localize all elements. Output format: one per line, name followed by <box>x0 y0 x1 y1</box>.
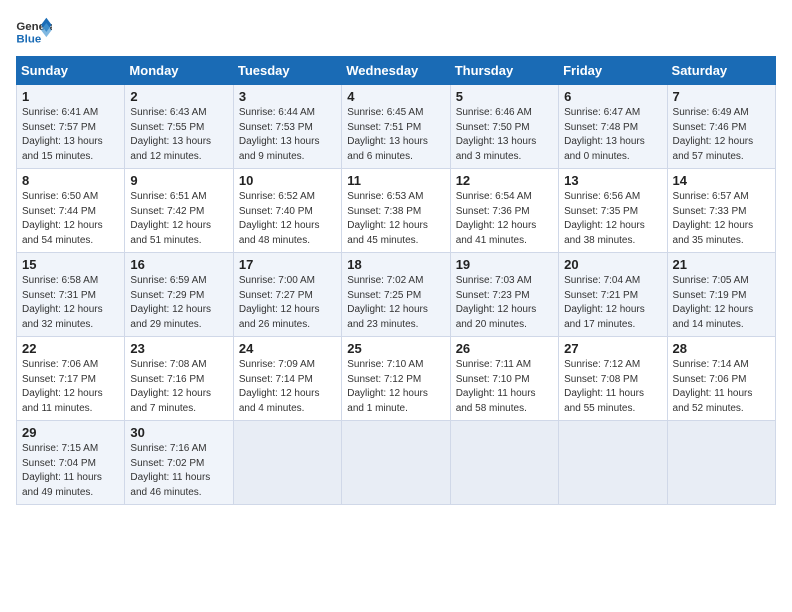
col-header-monday: Monday <box>125 57 233 85</box>
calendar-week-3: 22Sunrise: 7:06 AMSunset: 7:17 PMDayligh… <box>17 337 776 421</box>
calendar-cell-23: 23Sunrise: 7:08 AMSunset: 7:16 PMDayligh… <box>125 337 233 421</box>
calendar-cell-3: 3Sunrise: 6:44 AMSunset: 7:53 PMDaylight… <box>233 85 341 169</box>
calendar-cell-11: 11Sunrise: 6:53 AMSunset: 7:38 PMDayligh… <box>342 169 450 253</box>
calendar-cell-empty-4-3 <box>342 421 450 505</box>
calendar-cell-26: 26Sunrise: 7:11 AMSunset: 7:10 PMDayligh… <box>450 337 558 421</box>
col-header-wednesday: Wednesday <box>342 57 450 85</box>
calendar-cell-29: 29Sunrise: 7:15 AMSunset: 7:04 PMDayligh… <box>17 421 125 505</box>
col-header-sunday: Sunday <box>17 57 125 85</box>
calendar-cell-9: 9Sunrise: 6:51 AMSunset: 7:42 PMDaylight… <box>125 169 233 253</box>
calendar-cell-22: 22Sunrise: 7:06 AMSunset: 7:17 PMDayligh… <box>17 337 125 421</box>
calendar-cell-25: 25Sunrise: 7:10 AMSunset: 7:12 PMDayligh… <box>342 337 450 421</box>
logo-icon: General Blue <box>16 16 52 46</box>
calendar-cell-5: 5Sunrise: 6:46 AMSunset: 7:50 PMDaylight… <box>450 85 558 169</box>
calendar-week-1: 8Sunrise: 6:50 AMSunset: 7:44 PMDaylight… <box>17 169 776 253</box>
col-header-tuesday: Tuesday <box>233 57 341 85</box>
calendar-cell-24: 24Sunrise: 7:09 AMSunset: 7:14 PMDayligh… <box>233 337 341 421</box>
calendar-cell-17: 17Sunrise: 7:00 AMSunset: 7:27 PMDayligh… <box>233 253 341 337</box>
calendar-cell-empty-4-6 <box>667 421 775 505</box>
col-header-saturday: Saturday <box>667 57 775 85</box>
logo: General Blue <box>16 16 52 46</box>
calendar-cell-27: 27Sunrise: 7:12 AMSunset: 7:08 PMDayligh… <box>559 337 667 421</box>
calendar-header-row: SundayMondayTuesdayWednesdayThursdayFrid… <box>17 57 776 85</box>
calendar-cell-19: 19Sunrise: 7:03 AMSunset: 7:23 PMDayligh… <box>450 253 558 337</box>
calendar-cell-21: 21Sunrise: 7:05 AMSunset: 7:19 PMDayligh… <box>667 253 775 337</box>
calendar-cell-empty-4-5 <box>559 421 667 505</box>
calendar-cell-empty-4-4 <box>450 421 558 505</box>
calendar-cell-20: 20Sunrise: 7:04 AMSunset: 7:21 PMDayligh… <box>559 253 667 337</box>
calendar-cell-15: 15Sunrise: 6:58 AMSunset: 7:31 PMDayligh… <box>17 253 125 337</box>
calendar-week-2: 15Sunrise: 6:58 AMSunset: 7:31 PMDayligh… <box>17 253 776 337</box>
calendar-cell-14: 14Sunrise: 6:57 AMSunset: 7:33 PMDayligh… <box>667 169 775 253</box>
calendar-cell-empty-4-2 <box>233 421 341 505</box>
calendar-cell-6: 6Sunrise: 6:47 AMSunset: 7:48 PMDaylight… <box>559 85 667 169</box>
calendar-cell-18: 18Sunrise: 7:02 AMSunset: 7:25 PMDayligh… <box>342 253 450 337</box>
calendar-cell-16: 16Sunrise: 6:59 AMSunset: 7:29 PMDayligh… <box>125 253 233 337</box>
calendar-cell-30: 30Sunrise: 7:16 AMSunset: 7:02 PMDayligh… <box>125 421 233 505</box>
page-header: General Blue <box>16 16 776 46</box>
calendar-cell-12: 12Sunrise: 6:54 AMSunset: 7:36 PMDayligh… <box>450 169 558 253</box>
calendar-cell-13: 13Sunrise: 6:56 AMSunset: 7:35 PMDayligh… <box>559 169 667 253</box>
calendar-cell-4: 4Sunrise: 6:45 AMSunset: 7:51 PMDaylight… <box>342 85 450 169</box>
svg-text:Blue: Blue <box>16 33 41 45</box>
calendar-week-4: 29Sunrise: 7:15 AMSunset: 7:04 PMDayligh… <box>17 421 776 505</box>
calendar-table: SundayMondayTuesdayWednesdayThursdayFrid… <box>16 56 776 505</box>
col-header-thursday: Thursday <box>450 57 558 85</box>
calendar-cell-1: 1Sunrise: 6:41 AMSunset: 7:57 PMDaylight… <box>17 85 125 169</box>
calendar-cell-7: 7Sunrise: 6:49 AMSunset: 7:46 PMDaylight… <box>667 85 775 169</box>
col-header-friday: Friday <box>559 57 667 85</box>
calendar-cell-8: 8Sunrise: 6:50 AMSunset: 7:44 PMDaylight… <box>17 169 125 253</box>
calendar-cell-2: 2Sunrise: 6:43 AMSunset: 7:55 PMDaylight… <box>125 85 233 169</box>
calendar-cell-28: 28Sunrise: 7:14 AMSunset: 7:06 PMDayligh… <box>667 337 775 421</box>
calendar-cell-10: 10Sunrise: 6:52 AMSunset: 7:40 PMDayligh… <box>233 169 341 253</box>
calendar-week-0: 1Sunrise: 6:41 AMSunset: 7:57 PMDaylight… <box>17 85 776 169</box>
